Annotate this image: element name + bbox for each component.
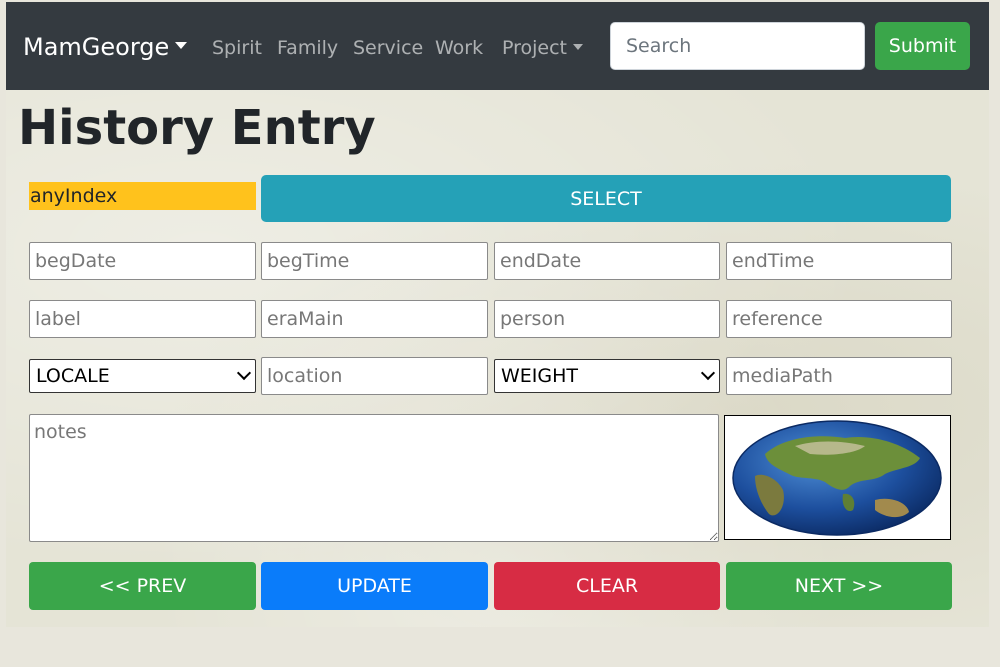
chevron-down-icon <box>236 365 252 381</box>
chevron-down-icon <box>700 365 716 381</box>
submit-button[interactable]: Submit <box>875 22 970 70</box>
notes-textarea[interactable] <box>29 414 719 542</box>
media-preview <box>724 415 951 540</box>
nav-dropdown-project[interactable]: Project <box>502 36 584 60</box>
end-time-field[interactable] <box>726 242 952 280</box>
nav-link-work[interactable]: Work <box>435 36 483 60</box>
locale-select-value: LOCALE <box>36 365 110 387</box>
person-field[interactable] <box>494 300 720 338</box>
end-date-field[interactable] <box>494 242 720 280</box>
media-path-field[interactable] <box>726 357 952 395</box>
label-field[interactable] <box>29 300 256 338</box>
brand-label: MamGeorge <box>23 33 170 61</box>
nav-link-family[interactable]: Family <box>277 36 338 60</box>
nav-link-service[interactable]: Service <box>353 36 423 60</box>
weight-select-value: WEIGHT <box>501 365 579 387</box>
chevron-down-icon <box>175 41 188 49</box>
any-index-label: anyIndex <box>29 182 256 210</box>
reference-field[interactable] <box>726 300 952 338</box>
next-button[interactable]: NEXT >> <box>726 562 952 610</box>
clear-button[interactable]: CLEAR <box>494 562 720 610</box>
nav-link-spirit[interactable]: Spirit <box>212 36 262 60</box>
locale-select[interactable]: LOCALE <box>29 359 256 393</box>
beg-date-field[interactable] <box>29 242 256 280</box>
weight-select[interactable]: WEIGHT <box>494 359 720 393</box>
chevron-down-icon <box>573 43 584 50</box>
prev-button[interactable]: << PREV <box>29 562 256 610</box>
era-main-field[interactable] <box>261 300 488 338</box>
beg-time-field[interactable] <box>261 242 488 280</box>
globe-image <box>732 420 942 536</box>
entry-form: History Entry anyIndex SELECT LOCALE WEI… <box>6 90 989 627</box>
search-input[interactable] <box>610 22 865 70</box>
update-button[interactable]: UPDATE <box>261 562 488 610</box>
location-field[interactable] <box>261 357 488 395</box>
nav-project-label: Project <box>502 37 568 59</box>
page-title: History Entry <box>18 100 376 156</box>
select-button[interactable]: SELECT <box>261 175 951 222</box>
brand-dropdown[interactable]: MamGeorge <box>23 32 188 62</box>
navbar: MamGeorge Spirit Family Service Work Pro… <box>6 2 989 90</box>
